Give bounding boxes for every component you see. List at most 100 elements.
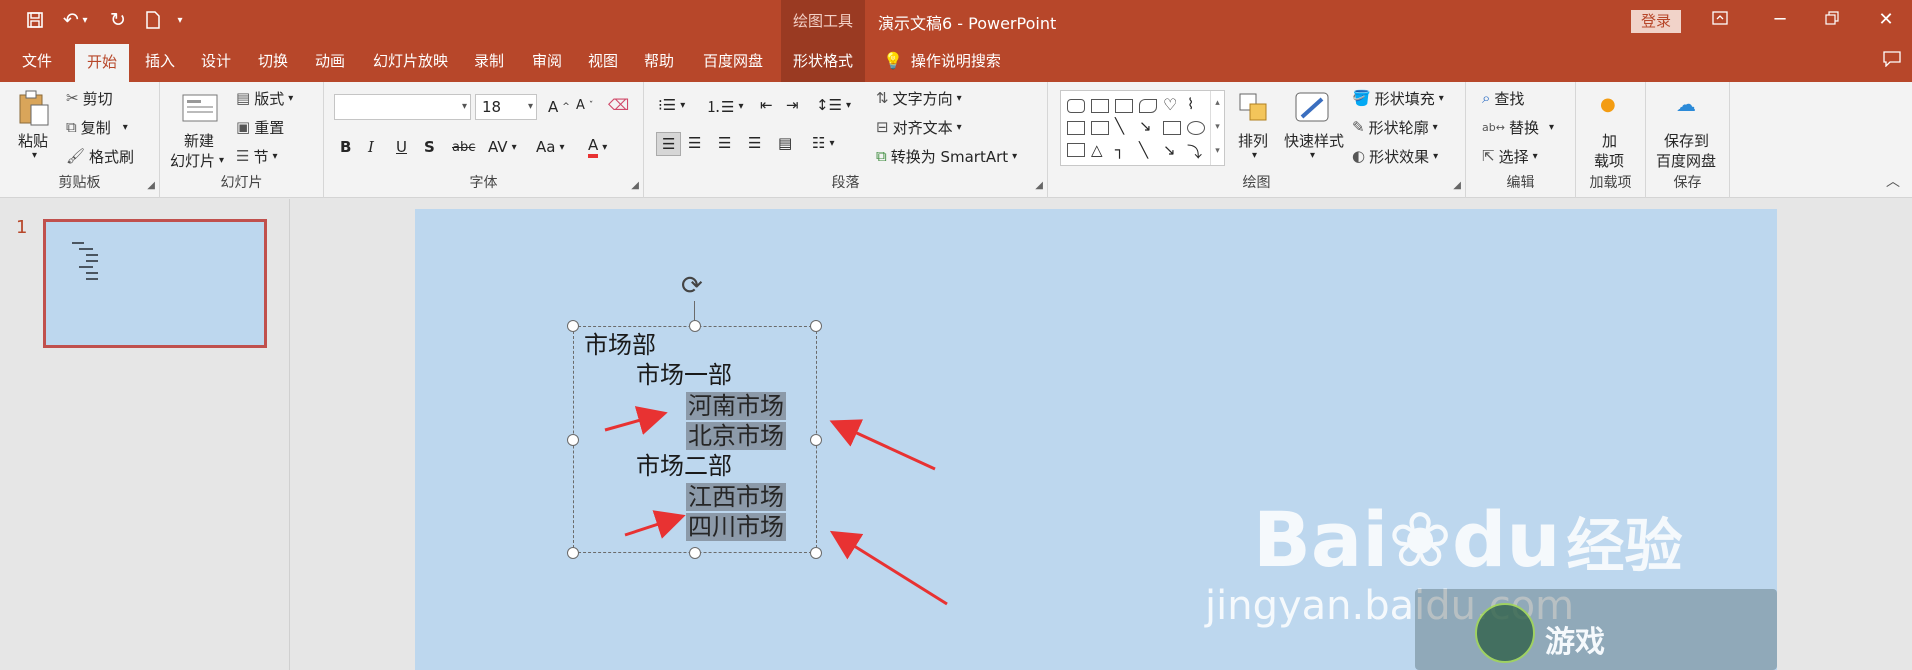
tab-animations[interactable]: 动画 (303, 40, 357, 82)
columns-icon[interactable]: ☷ ▾ (812, 134, 834, 152)
text-direction-button[interactable]: ⇅ 文字方向 ▾ (876, 88, 962, 109)
shape-arrow-2-icon[interactable]: ↘ (1163, 141, 1176, 159)
save-to-label-1[interactable]: 保存到 (1664, 130, 1709, 151)
addins-icon[interactable]: ● (1600, 94, 1616, 115)
shape-snip-rect[interactable] (1115, 99, 1133, 113)
undo-dropdown-icon[interactable]: ▾ (78, 6, 92, 34)
shape-wave-icon[interactable]: ⌇ (1187, 95, 1194, 113)
shapes-gallery[interactable]: ♡ ⌇ ╲ ↘ △ ┐ ╲ ↘ ⤵ ▴ ▾ ▾ (1060, 90, 1225, 166)
login-button[interactable]: 登录 (1631, 10, 1681, 33)
cut-button[interactable]: ✂ 剪切 (66, 88, 113, 109)
comments-icon[interactable] (1872, 48, 1912, 76)
addins-label-2[interactable]: 载项 (1594, 150, 1624, 171)
shadow-icon[interactable]: S (424, 138, 435, 156)
replace-button[interactable]: ab↔ 替换 ▾ (1482, 117, 1554, 138)
strikethrough-icon[interactable]: abc (452, 140, 475, 155)
line-spacing-icon[interactable]: ↕☰ ▾ (816, 96, 851, 114)
collapse-ribbon-icon[interactable]: ︿ (1886, 171, 1900, 191)
shape-textbox[interactable] (1067, 121, 1085, 135)
grow-font-icon[interactable]: A ^ (548, 98, 570, 116)
clipboard-launcher-icon[interactable]: ◢ (147, 180, 155, 191)
char-spacing-icon[interactable]: AV ▾ (488, 138, 517, 156)
bullets-icon[interactable]: ⁝☰ ▾ (658, 96, 685, 114)
shape-oval[interactable] (1187, 121, 1205, 135)
tab-shape-format[interactable]: 形状格式 (781, 40, 865, 82)
tab-slideshow[interactable]: 幻灯片放映 (361, 40, 460, 82)
tab-view[interactable]: 视图 (576, 40, 630, 82)
tab-transitions[interactable]: 切换 (246, 40, 300, 82)
find-button[interactable]: ⌕ 查找 (1482, 88, 1524, 109)
restore-icon[interactable] (1812, 6, 1852, 34)
tab-home[interactable]: 开始 (75, 44, 130, 82)
arrange-button[interactable]: 排列 (1238, 130, 1268, 151)
align-text-button[interactable]: ⊟ 对齐文本 ▾ (876, 117, 962, 138)
shape-elbow-icon[interactable]: ┐ (1115, 141, 1124, 159)
change-case-icon[interactable]: Aa ▾ (536, 138, 564, 156)
align-right-icon[interactable]: ☰ (718, 134, 731, 152)
slide-canvas[interactable]: ⟳ 市场部 市场一部 河南市场 北京市场 市场二部 江西市场 四川市场 Bai❀… (415, 209, 1777, 670)
font-color-icon[interactable]: A ▾ (588, 136, 607, 158)
shape-effects-button[interactable]: ◐ 形状效果 ▾ (1352, 146, 1438, 167)
slide-thumbnail[interactable] (43, 219, 267, 348)
paste-button[interactable]: 粘贴 (18, 130, 48, 151)
numbering-icon[interactable]: ⒈☰ ▾ (706, 96, 743, 117)
shape-triangle-icon[interactable]: △ (1091, 141, 1103, 159)
paste-icon[interactable] (14, 88, 54, 128)
arrange-dropdown-icon[interactable]: ▾ (1252, 150, 1257, 161)
bold-icon[interactable]: B (340, 138, 351, 156)
paragraph-launcher-icon[interactable]: ◢ (1035, 180, 1043, 191)
shape-round-rect-2[interactable] (1139, 99, 1157, 113)
arrange-icon[interactable] (1234, 88, 1274, 128)
align-left-icon[interactable]: ☰ (656, 132, 682, 156)
shape-outline-button[interactable]: ✎ 形状轮廓 ▾ (1352, 117, 1438, 138)
underline-icon[interactable]: U (396, 138, 407, 156)
shrink-font-icon[interactable]: Aˇ (576, 98, 593, 113)
shape-curved-arrow-icon[interactable]: ⤵ (1187, 141, 1202, 162)
new-slide-label[interactable]: 新建 (184, 130, 214, 151)
layout-button[interactable]: ▤ 版式 ▾ (236, 88, 293, 109)
tab-help[interactable]: 帮助 (632, 40, 686, 82)
new-file-icon[interactable] (138, 6, 168, 34)
font-name-box[interactable]: ▾ (334, 94, 471, 120)
font-size-box[interactable]: 18 ▾ (475, 94, 537, 120)
drawing-launcher-icon[interactable]: ◢ (1453, 180, 1461, 191)
gallery-scroll[interactable]: ▴ ▾ ▾ (1210, 91, 1224, 165)
shape-rect[interactable] (1091, 99, 1109, 113)
customize-qat-icon[interactable]: ▾ (172, 6, 188, 34)
smartart-button[interactable]: ⧉ 转换为 SmartArt ▾ (876, 146, 1017, 167)
ribbon-display-options-icon[interactable] (1700, 6, 1740, 34)
tab-baidu-netdisk[interactable]: 百度网盘 (691, 40, 775, 82)
quick-styles-dropdown-icon[interactable]: ▾ (1310, 150, 1315, 161)
distributed-icon[interactable]: ▤ (778, 134, 792, 152)
save-to-label-2[interactable]: 百度网盘 (1656, 150, 1716, 171)
shape-arrow-icon[interactable]: ↘ (1139, 117, 1152, 135)
section-button[interactable]: ☰ 节 ▾ (236, 146, 278, 167)
close-icon[interactable]: ✕ (1866, 6, 1906, 34)
clear-format-icon[interactable]: ⌫ (608, 96, 629, 114)
decrease-indent-icon[interactable]: ⇤ (760, 96, 773, 114)
font-launcher-icon[interactable]: ◢ (631, 180, 639, 191)
redo-icon[interactable]: ↻ (103, 6, 133, 34)
new-slide-label-2[interactable]: 幻灯片 ▾ (170, 150, 224, 171)
new-slide-icon[interactable] (180, 88, 220, 128)
shape-rounded-rect[interactable] (1067, 99, 1085, 113)
shape-rect-2[interactable] (1163, 121, 1181, 135)
quick-styles-button[interactable]: 快速样式 (1284, 130, 1344, 151)
shape-line-2-icon[interactable]: ╲ (1139, 141, 1148, 159)
reset-button[interactable]: ▣ 重置 (236, 117, 284, 138)
copy-button[interactable]: ⧉ 复制 ▾ (66, 117, 128, 138)
tab-file[interactable]: 文件 (10, 40, 64, 82)
save-icon[interactable] (20, 6, 50, 34)
minimize-icon[interactable]: ─ (1760, 6, 1800, 34)
tab-design[interactable]: 设计 (189, 40, 243, 82)
paste-dropdown-icon[interactable]: ▾ (32, 150, 37, 161)
tab-insert[interactable]: 插入 (133, 40, 187, 82)
quick-styles-icon[interactable] (1292, 88, 1332, 128)
shape-line-icon[interactable]: ╲ (1115, 117, 1124, 135)
tab-record[interactable]: 录制 (462, 40, 516, 82)
shape-fill-button[interactable]: 🪣 形状填充 ▾ (1352, 88, 1444, 109)
increase-indent-icon[interactable]: ⇥ (786, 96, 799, 114)
italic-icon[interactable]: I (368, 138, 374, 156)
format-painter-button[interactable]: 🖌 格式刷 (66, 146, 134, 167)
addins-label-1[interactable]: 加 (1602, 130, 1617, 151)
